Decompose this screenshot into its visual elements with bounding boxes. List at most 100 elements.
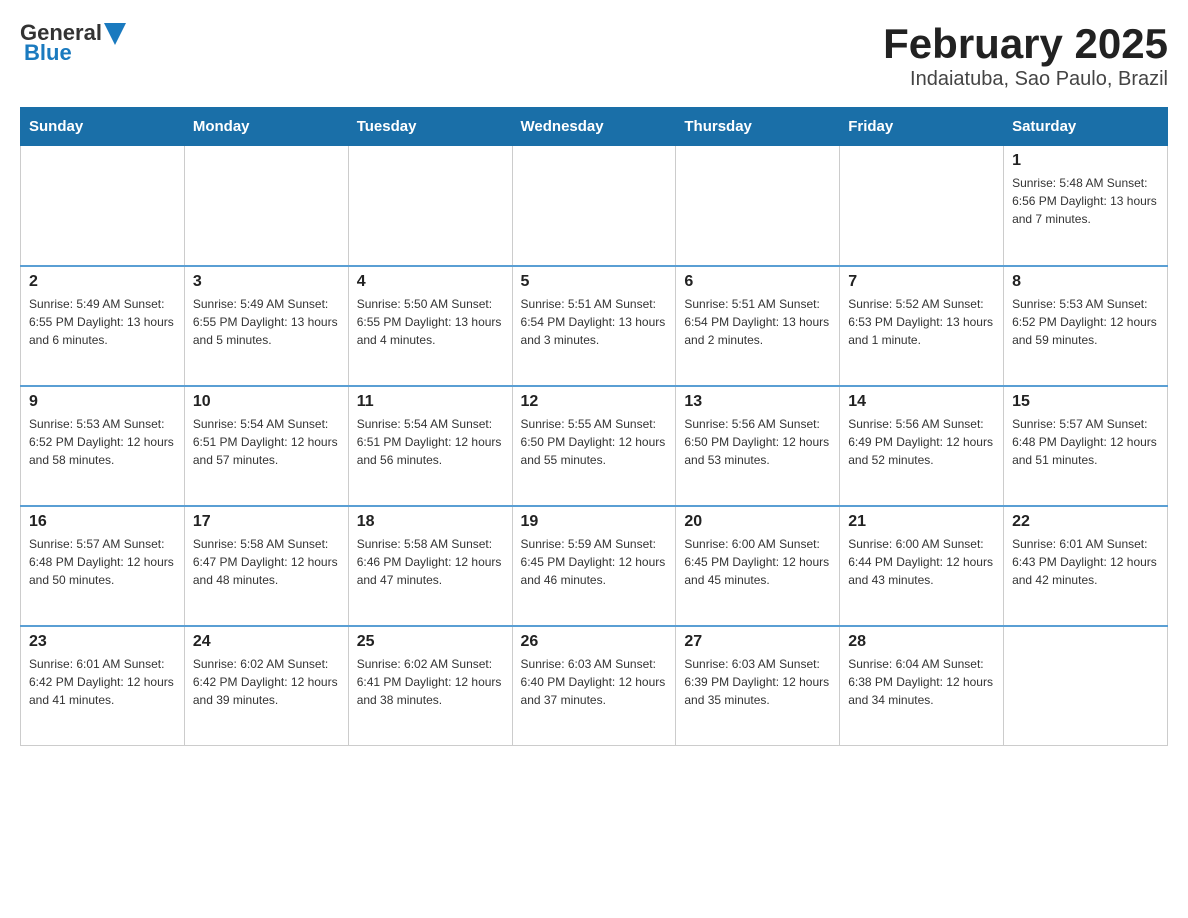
logo: General Blue [20,20,126,66]
day-number: 3 [193,273,340,291]
day-info: Sunrise: 5:50 AM Sunset: 6:55 PM Dayligh… [357,295,504,349]
day-number: 27 [684,633,831,651]
day-info: Sunrise: 5:57 AM Sunset: 6:48 PM Dayligh… [1012,415,1159,469]
day-info: Sunrise: 6:02 AM Sunset: 6:41 PM Dayligh… [357,655,504,709]
day-info: Sunrise: 6:01 AM Sunset: 6:42 PM Dayligh… [29,655,176,709]
calendar-cell: 24 Sunrise: 6:02 AM Sunset: 6:42 PM Dayli… [184,626,348,746]
day-info: Sunrise: 6:00 AM Sunset: 6:45 PM Dayligh… [684,535,831,589]
calendar-cell: 25 Sunrise: 6:02 AM Sunset: 6:41 PM Dayli… [348,626,512,746]
day-info: Sunrise: 5:54 AM Sunset: 6:51 PM Dayligh… [193,415,340,469]
calendar-cell: 1 Sunrise: 5:48 AM Sunset: 6:56 PM Daylig… [1004,146,1168,266]
calendar-cell [21,146,185,266]
day-info: Sunrise: 5:57 AM Sunset: 6:48 PM Dayligh… [29,535,176,589]
calendar-cell: 21 Sunrise: 6:00 AM Sunset: 6:44 PM Dayli… [840,506,1004,626]
day-info: Sunrise: 5:58 AM Sunset: 6:47 PM Dayligh… [193,535,340,589]
calendar-row-2: 9 Sunrise: 5:53 AM Sunset: 6:52 PM Daylig… [21,386,1168,506]
day-number: 12 [521,393,668,411]
calendar-cell: 13 Sunrise: 5:56 AM Sunset: 6:50 PM Dayli… [676,386,840,506]
day-number: 23 [29,633,176,651]
calendar-cell [840,146,1004,266]
day-number: 8 [1012,273,1159,291]
calendar-cell: 19 Sunrise: 5:59 AM Sunset: 6:45 PM Dayli… [512,506,676,626]
day-number: 14 [848,393,995,411]
day-number: 5 [521,273,668,291]
day-info: Sunrise: 5:59 AM Sunset: 6:45 PM Dayligh… [521,535,668,589]
weekday-header-sunday: Sunday [21,108,185,146]
day-info: Sunrise: 5:51 AM Sunset: 6:54 PM Dayligh… [684,295,831,349]
day-number: 24 [193,633,340,651]
day-info: Sunrise: 5:48 AM Sunset: 6:56 PM Dayligh… [1012,174,1159,228]
day-number: 4 [357,273,504,291]
calendar-cell [676,146,840,266]
day-info: Sunrise: 5:49 AM Sunset: 6:55 PM Dayligh… [29,295,176,349]
calendar-cell: 14 Sunrise: 5:56 AM Sunset: 6:49 PM Dayli… [840,386,1004,506]
calendar-cell: 10 Sunrise: 5:54 AM Sunset: 6:51 PM Dayli… [184,386,348,506]
day-number: 10 [193,393,340,411]
weekday-header-friday: Friday [840,108,1004,146]
calendar-cell: 18 Sunrise: 5:58 AM Sunset: 6:46 PM Dayli… [348,506,512,626]
day-number: 9 [29,393,176,411]
day-number: 2 [29,273,176,291]
weekday-header-tuesday: Tuesday [348,108,512,146]
day-info: Sunrise: 5:54 AM Sunset: 6:51 PM Dayligh… [357,415,504,469]
weekday-header-saturday: Saturday [1004,108,1168,146]
day-number: 1 [1012,152,1159,170]
calendar-cell [348,146,512,266]
day-number: 15 [1012,393,1159,411]
calendar-cell: 26 Sunrise: 6:03 AM Sunset: 6:40 PM Dayli… [512,626,676,746]
calendar-cell: 23 Sunrise: 6:01 AM Sunset: 6:42 PM Dayli… [21,626,185,746]
calendar-cell [184,146,348,266]
location-title: Indaiatuba, Sao Paulo, Brazil [883,68,1168,91]
day-number: 17 [193,513,340,531]
day-number: 21 [848,513,995,531]
title-area: February 2025 Indaiatuba, Sao Paulo, Bra… [883,20,1168,91]
weekday-header-thursday: Thursday [676,108,840,146]
day-info: Sunrise: 6:02 AM Sunset: 6:42 PM Dayligh… [193,655,340,709]
calendar-cell [512,146,676,266]
calendar-row-4: 23 Sunrise: 6:01 AM Sunset: 6:42 PM Dayli… [21,626,1168,746]
day-info: Sunrise: 6:03 AM Sunset: 6:39 PM Dayligh… [684,655,831,709]
day-number: 18 [357,513,504,531]
day-info: Sunrise: 5:51 AM Sunset: 6:54 PM Dayligh… [521,295,668,349]
calendar-row-1: 2 Sunrise: 5:49 AM Sunset: 6:55 PM Daylig… [21,266,1168,386]
day-number: 16 [29,513,176,531]
day-number: 22 [1012,513,1159,531]
calendar-cell: 7 Sunrise: 5:52 AM Sunset: 6:53 PM Daylig… [840,266,1004,386]
day-number: 26 [521,633,668,651]
day-info: Sunrise: 5:52 AM Sunset: 6:53 PM Dayligh… [848,295,995,349]
weekday-header-monday: Monday [184,108,348,146]
day-number: 7 [848,273,995,291]
logo-triangle-icon [104,23,126,45]
weekday-header-wednesday: Wednesday [512,108,676,146]
day-number: 25 [357,633,504,651]
day-info: Sunrise: 6:04 AM Sunset: 6:38 PM Dayligh… [848,655,995,709]
day-info: Sunrise: 5:56 AM Sunset: 6:50 PM Dayligh… [684,415,831,469]
calendar-row-0: 1 Sunrise: 5:48 AM Sunset: 6:56 PM Daylig… [21,146,1168,266]
day-info: Sunrise: 5:53 AM Sunset: 6:52 PM Dayligh… [29,415,176,469]
calendar-cell: 17 Sunrise: 5:58 AM Sunset: 6:47 PM Dayli… [184,506,348,626]
day-info: Sunrise: 5:55 AM Sunset: 6:50 PM Dayligh… [521,415,668,469]
calendar-cell: 12 Sunrise: 5:55 AM Sunset: 6:50 PM Dayli… [512,386,676,506]
calendar-cell: 4 Sunrise: 5:50 AM Sunset: 6:55 PM Daylig… [348,266,512,386]
calendar-row-3: 16 Sunrise: 5:57 AM Sunset: 6:48 PM Dayli… [21,506,1168,626]
day-number: 19 [521,513,668,531]
month-title: February 2025 [883,20,1168,68]
calendar-cell: 3Sunrise: 5:49 AM Sunset: 6:55 PM Daylig… [184,266,348,386]
calendar-table: SundayMondayTuesdayWednesdayThursdayFrid… [20,107,1168,746]
calendar-cell: 11 Sunrise: 5:54 AM Sunset: 6:51 PM Dayli… [348,386,512,506]
calendar-cell: 28 Sunrise: 6:04 AM Sunset: 6:38 PM Dayli… [840,626,1004,746]
day-number: 28 [848,633,995,651]
day-info: Sunrise: 5:56 AM Sunset: 6:49 PM Dayligh… [848,415,995,469]
calendar-cell: 27 Sunrise: 6:03 AM Sunset: 6:39 PM Dayli… [676,626,840,746]
calendar-cell: 16 Sunrise: 5:57 AM Sunset: 6:48 PM Dayli… [21,506,185,626]
day-number: 11 [357,393,504,411]
day-info: Sunrise: 6:03 AM Sunset: 6:40 PM Dayligh… [521,655,668,709]
day-info: Sunrise: 5:58 AM Sunset: 6:46 PM Dayligh… [357,535,504,589]
calendar-cell [1004,626,1168,746]
calendar-cell: 5 Sunrise: 5:51 AM Sunset: 6:54 PM Daylig… [512,266,676,386]
calendar-cell: 8Sunrise: 5:53 AM Sunset: 6:52 PM Daylig… [1004,266,1168,386]
logo-blue-text: Blue [24,40,72,66]
calendar-cell: 2 Sunrise: 5:49 AM Sunset: 6:55 PM Daylig… [21,266,185,386]
day-number: 13 [684,393,831,411]
day-info: Sunrise: 6:00 AM Sunset: 6:44 PM Dayligh… [848,535,995,589]
